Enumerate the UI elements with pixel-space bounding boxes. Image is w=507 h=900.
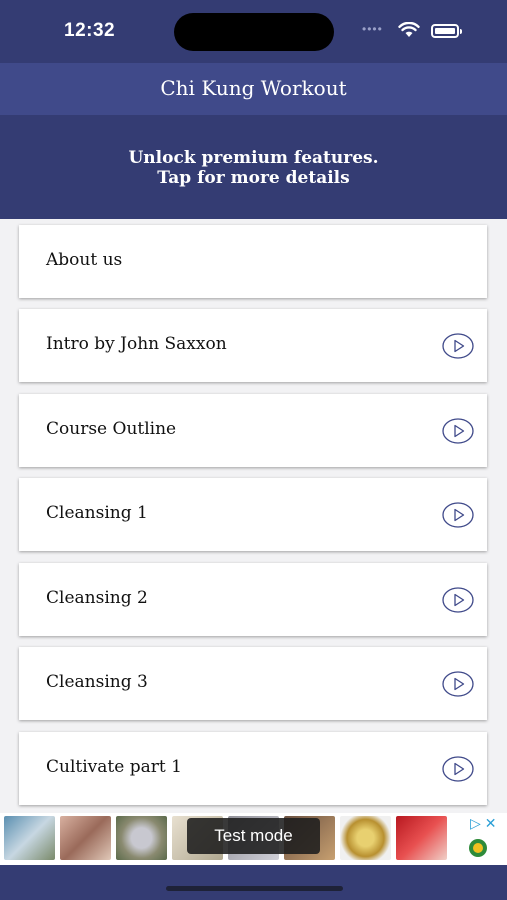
menu-item-cleansing-3[interactable]: Cleansing 3 <box>19 647 487 720</box>
ad-product-image[interactable] <box>116 816 167 860</box>
play-icon[interactable] <box>442 333 474 359</box>
menu-item-label: Cleansing 3 <box>46 672 148 692</box>
play-icon[interactable] <box>442 587 474 613</box>
menu-item-cleansing-2[interactable]: Cleansing 2 <box>19 563 487 636</box>
play-icon[interactable] <box>442 671 474 697</box>
menu-item-label: About us <box>46 250 123 270</box>
ad-product-image[interactable] <box>396 816 447 860</box>
adchoices-icon[interactable]: ▷ ✕ <box>470 815 497 832</box>
menu-item-intro[interactable]: Intro by John Saxxon <box>19 309 487 382</box>
home-indicator[interactable] <box>166 886 343 891</box>
ad-product-image[interactable] <box>60 816 111 860</box>
premium-banner[interactable]: Unlock premium features. Tap for more de… <box>0 115 507 219</box>
menu-item-label: Cleansing 2 <box>46 588 148 608</box>
menu-item-label: Cultivate part 1 <box>46 757 182 777</box>
bottom-bar <box>0 865 507 900</box>
play-icon[interactable] <box>442 418 474 444</box>
menu-list[interactable]: About us Intro by John Saxxon Course Out… <box>0 219 507 813</box>
advertiser-logo[interactable] <box>458 835 498 861</box>
test-mode-label: Test mode <box>187 818 320 854</box>
cellular-signal-icon: •••• <box>362 22 383 36</box>
menu-item-label: Cleansing 1 <box>46 503 148 523</box>
ad-banner[interactable]: ▷ ✕ Test mode <box>0 813 507 865</box>
wifi-icon <box>398 22 420 37</box>
play-icon[interactable] <box>442 756 474 782</box>
menu-item-label: Intro by John Saxxon <box>46 334 227 354</box>
play-icon[interactable] <box>442 502 474 528</box>
premium-banner-line1: Unlock premium features. <box>128 148 379 168</box>
battery-icon <box>431 24 462 38</box>
ad-product-image[interactable] <box>340 816 391 860</box>
dynamic-island <box>174 13 334 51</box>
status-bar: 12:32 •••• <box>0 0 507 63</box>
premium-banner-line2: Tap for more details <box>157 168 350 188</box>
status-time: 12:32 <box>64 20 116 41</box>
menu-item-course-outline[interactable]: Course Outline <box>19 394 487 467</box>
menu-item-label: Course Outline <box>46 419 177 439</box>
menu-item-cultivate-part-1[interactable]: Cultivate part 1 <box>19 732 487 805</box>
menu-item-about-us[interactable]: About us <box>19 225 487 298</box>
menu-item-cleansing-1[interactable]: Cleansing 1 <box>19 478 487 551</box>
ad-product-image[interactable] <box>4 816 55 860</box>
app-title: Chi Kung Workout <box>0 63 507 115</box>
